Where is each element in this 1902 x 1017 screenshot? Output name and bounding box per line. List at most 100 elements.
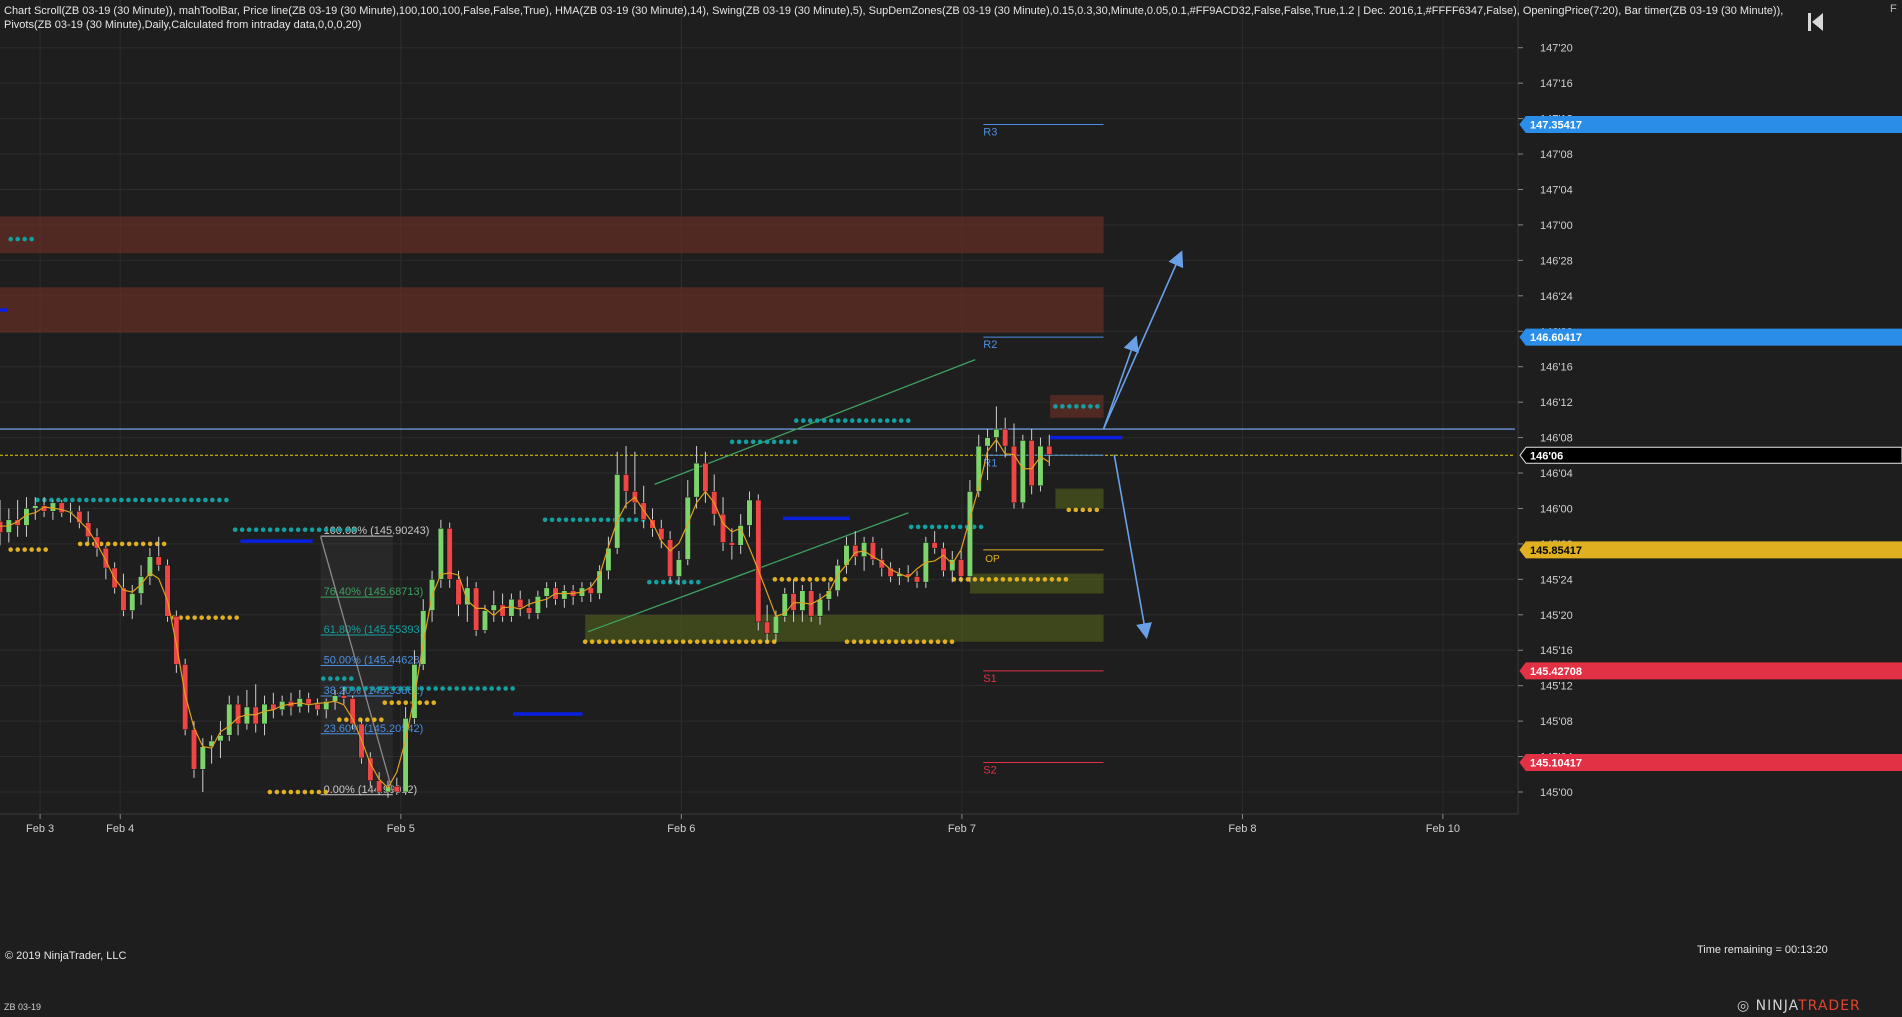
swing-low-dot	[828, 577, 834, 582]
price-tick-label[interactable]: 146'28	[1540, 255, 1573, 267]
logo-prefix: ◎ NINJA	[1737, 998, 1799, 1014]
price-tick-label[interactable]: 145'08	[1540, 716, 1573, 728]
candle-body	[49, 502, 56, 512]
swing-low-dot	[161, 541, 167, 547]
swing-low-dot	[900, 639, 906, 645]
price-tick-label[interactable]: 147'20	[1540, 43, 1573, 55]
price-tick-label[interactable]: 145'12	[1540, 681, 1573, 693]
swing-low-dot	[680, 639, 686, 645]
time-tick-label[interactable]: Feb 4	[106, 823, 134, 835]
swing-low-dot	[800, 577, 806, 582]
candle-body	[446, 528, 453, 580]
candle-body	[120, 587, 127, 611]
time-tick-label[interactable]: Feb 5	[387, 823, 415, 835]
candle-body	[1037, 445, 1044, 487]
time-tick-label[interactable]: Feb 10	[1426, 823, 1460, 835]
price-tick-label[interactable]: 145'00	[1540, 787, 1573, 799]
swing-low-dot	[389, 700, 395, 705]
time-tick-label[interactable]: Feb 7	[948, 823, 976, 835]
swing-high-dot	[863, 418, 869, 423]
price-tick-label[interactable]: 146'00	[1540, 503, 1573, 515]
swing-high-dot	[182, 497, 187, 503]
swing-low-dot	[687, 639, 693, 645]
pivot-label-r3: R3	[983, 127, 997, 139]
fib-level-label: 76.40% (145.68713)	[324, 586, 424, 598]
swing-high-dot	[15, 236, 20, 242]
price-tick-label[interactable]: 145'20	[1540, 610, 1573, 622]
candle-body	[993, 428, 1000, 438]
swing-low-dot	[396, 700, 402, 705]
swing-low-dot	[972, 577, 978, 582]
swing-high-dot	[764, 439, 770, 445]
swing-high-dot	[943, 524, 949, 530]
swing-high-dot	[936, 524, 942, 530]
price-tick-label[interactable]: 146'04	[1540, 468, 1573, 480]
swing-high-dot	[56, 497, 61, 503]
swing-low-dot	[1007, 577, 1013, 582]
price-tick-label[interactable]: 145'16	[1540, 645, 1573, 657]
candle-body	[931, 542, 938, 549]
candle-body	[940, 547, 947, 572]
candle-body	[314, 703, 321, 711]
candle-body	[755, 499, 762, 623]
candle-body	[490, 604, 497, 611]
swing-low-dot	[1066, 507, 1072, 513]
price-chart[interactable]: OPR3R2R1S1S2 100.00% (145.90243)76.40% (…	[0, 0, 1902, 1017]
swing-high-dot	[253, 527, 259, 533]
logo-suffix: TRADER	[1798, 998, 1861, 1014]
demand-zone	[585, 614, 1104, 642]
pivot-label-s2: S2	[983, 764, 996, 776]
price-tick-label[interactable]: 146'12	[1540, 397, 1573, 409]
price-tick-label[interactable]: 147'08	[1540, 149, 1573, 161]
swing-low-dot	[140, 541, 146, 547]
swing-high-dot	[660, 579, 666, 585]
time-tick-label[interactable]: Feb 8	[1228, 823, 1256, 835]
candle-body	[376, 780, 383, 793]
candle-body	[332, 695, 339, 702]
swing-low-dot	[267, 789, 273, 795]
price-tick-label[interactable]: 147'04	[1540, 184, 1573, 196]
swing-high-dot	[224, 497, 229, 503]
swing-high-dot	[835, 418, 841, 423]
swing-low-dot	[43, 547, 48, 552]
time-tick-label[interactable]: Feb 3	[26, 823, 54, 835]
swing-low-dot	[8, 547, 13, 552]
swing-high-dot	[884, 418, 890, 423]
price-tick-label[interactable]: 146'08	[1540, 433, 1573, 445]
swing-high-dot	[785, 439, 791, 445]
swing-high-dot	[447, 686, 452, 691]
swing-low-dot	[652, 639, 658, 645]
candle-body	[790, 593, 797, 611]
chart-window[interactable]: OP R3 R2 R1 S1 S2 100.00% (145.90243) 76.40% (…	[0, 0, 1902, 1017]
swing-high-dot	[908, 524, 914, 530]
swing-high-dot	[1067, 404, 1072, 409]
fib-level-label: 50.00% (145.44628)	[324, 654, 424, 666]
swing-low-dot	[949, 639, 955, 645]
price-tick-label[interactable]: 146'24	[1540, 291, 1573, 303]
swing-low-dot	[403, 700, 409, 705]
price-tick-label[interactable]: 147'16	[1540, 78, 1573, 90]
swing-low-dot	[793, 577, 799, 582]
price-tick-label[interactable]: 145'24	[1540, 574, 1573, 586]
swing-high-dot	[344, 527, 350, 533]
swing-low-dot	[22, 547, 27, 552]
time-tick-label[interactable]: Feb 6	[667, 823, 695, 835]
collapse-panel-button[interactable]	[1805, 10, 1825, 34]
swing-high-dot	[563, 517, 569, 523]
swing-high-dot	[922, 524, 928, 530]
price-tick-label[interactable]: 147'00	[1540, 220, 1573, 232]
swing-high-dot	[112, 497, 117, 503]
swing-low-dot	[1000, 577, 1006, 582]
swing-low-dot	[865, 639, 871, 645]
swing-high-dot	[814, 418, 820, 423]
swing-high-dot	[363, 686, 368, 691]
candle-body	[914, 576, 920, 583]
swing-high-dot	[681, 579, 687, 585]
price-tick-label[interactable]: 146'16	[1540, 362, 1573, 374]
swing-low-dot	[743, 639, 749, 645]
candle-body	[481, 610, 488, 631]
swing-high-dot	[605, 517, 611, 523]
swing-high-dot	[468, 686, 473, 691]
candle-body	[772, 615, 779, 634]
price-flag-label: 145.42708	[1530, 666, 1582, 678]
